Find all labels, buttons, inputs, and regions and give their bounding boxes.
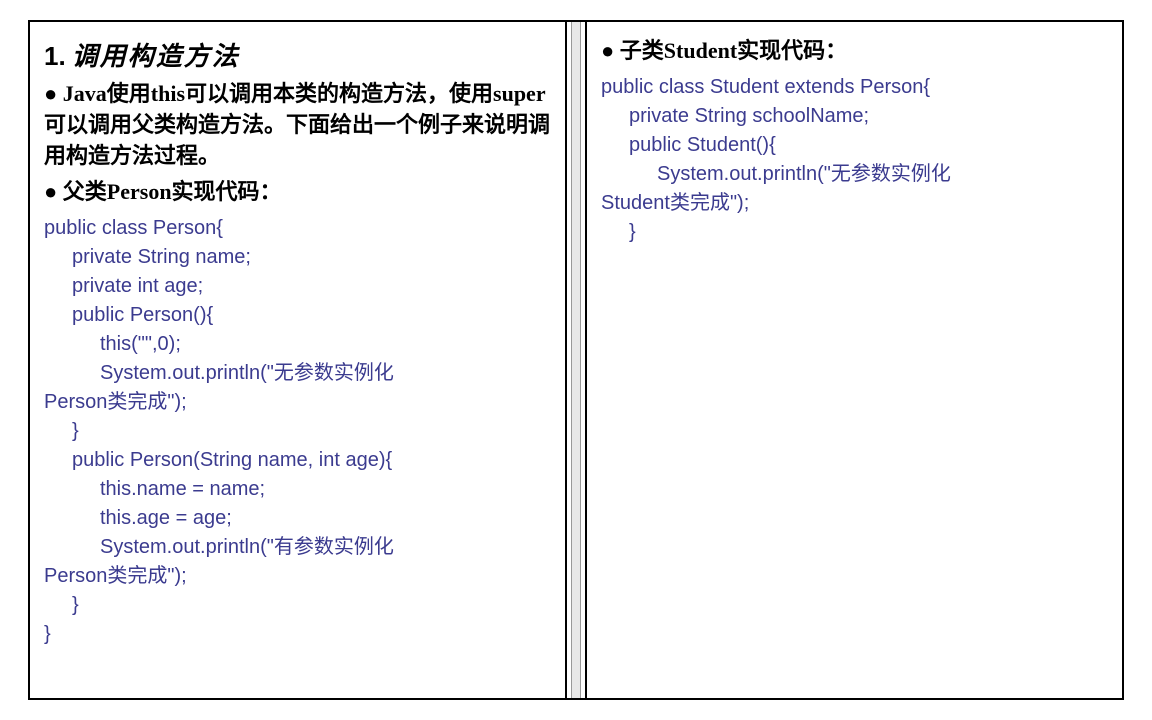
code-line: this.name = name; xyxy=(44,475,551,504)
section-number: 1. xyxy=(44,41,66,72)
code-line: } xyxy=(44,623,51,645)
code-line: Student类完成"); xyxy=(601,189,1108,218)
code-line: System.out.println("有参数实例化 xyxy=(44,533,551,562)
right-column: ● 子类Student实现代码： public class Student ex… xyxy=(585,20,1124,700)
code-line: public Person(String name, int age){ xyxy=(44,446,551,475)
code-line: this("",0); xyxy=(44,330,551,359)
code-line: public class Student extends Person{ xyxy=(601,76,930,98)
code-line: System.out.println("无参数实例化 xyxy=(44,359,551,388)
slide-canvas: 1. 调用构造方法 ● Java使用this可以调用本类的构造方法，使用supe… xyxy=(0,0,1152,720)
code-line: Person类完成"); xyxy=(44,562,551,591)
column-divider xyxy=(567,20,585,700)
left-paragraph-1: ● Java使用this可以调用本类的构造方法，使用super可以调用父类构造方… xyxy=(44,79,551,171)
code-line: } xyxy=(601,218,1108,247)
left-paragraph-2: ● 父类Person实现代码： xyxy=(44,177,551,208)
code-line: public Student(){ xyxy=(601,131,1108,160)
right-paragraph-1: ● 子类Student实现代码： xyxy=(601,36,1108,67)
code-line: public Person(){ xyxy=(44,301,551,330)
code-line: private String schoolName; xyxy=(601,102,1108,131)
code-line: } xyxy=(44,591,551,620)
left-code-block: public class Person{ private String name… xyxy=(44,214,551,649)
left-column: 1. 调用构造方法 ● Java使用this可以调用本类的构造方法，使用supe… xyxy=(28,20,567,700)
code-line: public class Person{ xyxy=(44,217,223,239)
code-line: } xyxy=(44,417,551,446)
code-line: Person类完成"); xyxy=(44,388,551,417)
right-code-block: public class Student extends Person{ pri… xyxy=(601,73,1108,247)
code-line: private int age; xyxy=(44,272,551,301)
code-line: private String name; xyxy=(44,243,551,272)
code-line: System.out.println("无参数实例化 xyxy=(601,160,1108,189)
heading-row: 1. 调用构造方法 xyxy=(44,36,551,73)
code-line: this.age = age; xyxy=(44,504,551,533)
section-heading: 调用构造方法 xyxy=(72,36,240,73)
